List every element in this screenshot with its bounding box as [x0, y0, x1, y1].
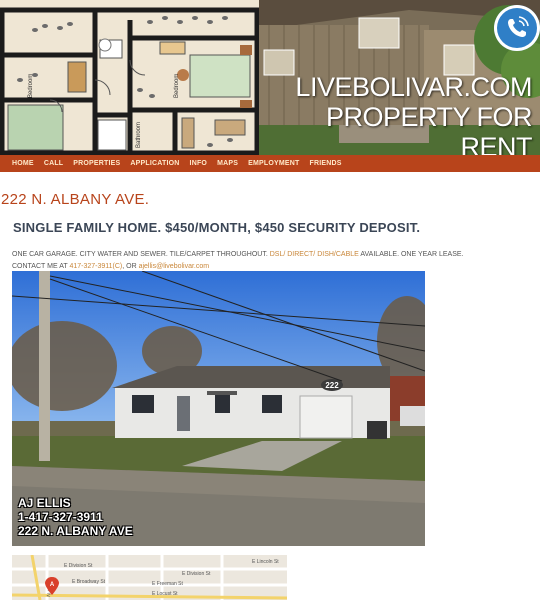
floorplan-bedroom-label: Bedroom [28, 74, 34, 98]
page-title: 222 N. ALBANY AVE. [1, 191, 150, 208]
caption-phone: 1-417-327-3911 [18, 510, 103, 524]
svg-text:E Locust St: E Locust St [152, 591, 178, 597]
svg-text:Bathroom: Bathroom [136, 122, 142, 148]
map-marker-a: A [50, 582, 55, 588]
site-brand: LIVEBOLIVAR.COM PROPERTY FOR RENT [259, 72, 532, 155]
svg-text:E Broadway St: E Broadway St [72, 579, 106, 585]
map-street-3: E Division St [182, 571, 211, 577]
nav-maps[interactable]: MAPS [217, 160, 238, 167]
svg-text:A: A [50, 582, 55, 588]
floorplan-bedroom-label-2: Bedroom [174, 74, 180, 98]
contact-phone-link[interactable]: 417-327-3911(C) [69, 263, 122, 270]
map-street-2: E Lincoln St [252, 559, 279, 565]
svg-text:E Division St: E Division St [64, 563, 93, 569]
floorplan-image: Bedroom Bedroom Bathroom [0, 0, 259, 155]
house-number-sign: 222 [325, 381, 339, 390]
map-street-6: E Broadway St [72, 579, 106, 585]
contact-email-link[interactable]: ajellis@livebolivar.com [139, 263, 210, 270]
internet-options-link[interactable]: DSL/ DIRECT/ DISH/CABLE [270, 251, 359, 258]
contact-prefix: CONTACT ME AT [12, 263, 70, 270]
nav-employment[interactable]: EMPLOYMENT [248, 160, 299, 167]
map-street-1: E Division St [64, 563, 93, 569]
nav-friends[interactable]: FRIENDS [310, 160, 342, 167]
brand-name: LIVEBOLIVAR.COM [295, 72, 532, 102]
desc-text-1: ONE CAR GARAGE. CITY WATER AND SEWER. TI… [12, 251, 270, 258]
nav-info[interactable]: INFO [190, 160, 208, 167]
nav-home[interactable]: HOME [12, 160, 34, 167]
map-street-5: E Locust St [152, 591, 178, 597]
desc-text-2: AVAILABLE. ONE YEAR LEASE. [358, 251, 464, 258]
svg-text:E Freeman St: E Freeman St [152, 581, 183, 587]
svg-text:E Lincoln St: E Lincoln St [252, 559, 279, 565]
floorplan-bathroom-label: Bathroom [136, 122, 142, 148]
listing-subtitle: SINGLE FAMILY HOME. $450/MONTH, $450 SEC… [13, 220, 421, 235]
svg-text:Bedroom: Bedroom [28, 74, 34, 98]
brand-tagline: PROPERTY FOR RENT [325, 102, 533, 155]
property-photo: 222 AJ ELLIS 1-417-327-3911 222 N. ALBAN… [12, 271, 425, 546]
nav-call[interactable]: CALL [44, 160, 63, 167]
call-phone-button[interactable] [494, 5, 540, 51]
header-banner: Bedroom Bedroom Bathroom LIVEBOLIVAR.COM… [0, 0, 540, 155]
svg-text:E Division St: E Division St [182, 571, 211, 577]
contact-mid: , or [122, 263, 139, 270]
caption-name: AJ ELLIS [18, 496, 71, 510]
listing-description: ONE CAR GARAGE. CITY WATER AND SEWER. TI… [12, 249, 512, 273]
location-map[interactable]: E Division St E Lincoln St E Division St… [12, 555, 287, 600]
nav-properties[interactable]: PROPERTIES [73, 160, 120, 167]
map-street-4: E Freeman St [152, 581, 183, 587]
svg-text:Bedroom: Bedroom [174, 74, 180, 98]
main-nav: HOME CALL PROPERTIES APPLICATION INFO MA… [0, 155, 540, 172]
caption-address: 222 N. ALBANY AVE [18, 524, 133, 538]
photo-caption: AJ ELLIS 1-417-327-3911 222 N. ALBANY AV… [18, 496, 133, 538]
svg-text:222: 222 [325, 381, 339, 390]
nav-application[interactable]: APPLICATION [130, 160, 179, 167]
phone-icon [508, 16, 529, 37]
